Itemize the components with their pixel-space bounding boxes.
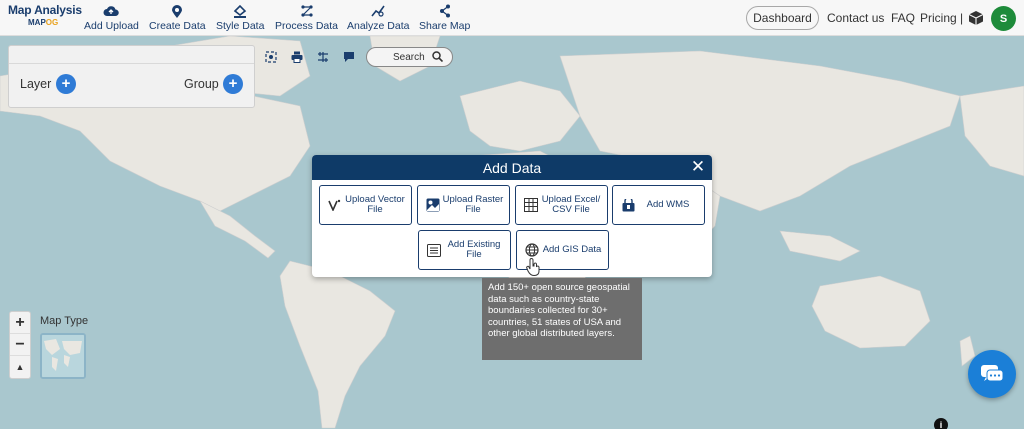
mini-map-icon [42,335,84,377]
file-list-icon [426,242,442,258]
nav-label: Process Data [275,20,339,32]
option-label: Upload Excel/ CSV File [541,193,601,215]
wms-icon [620,197,636,213]
cloud-upload-icon [103,4,120,18]
option-label: Add WMS [646,198,690,210]
map-type-label: Map Type [40,315,89,327]
modal-header: Add Data ✕ [312,155,712,180]
nav-label: Add Upload [84,20,139,32]
logo-subtitle: MAPOG [28,18,78,27]
user-avatar[interactable]: S [991,6,1016,31]
layer-panel-strip [9,46,254,64]
add-layer-button[interactable]: + [56,74,76,94]
zoom-controls: + − ▲ [9,311,31,379]
nav-share-map[interactable]: Share Map [419,4,470,32]
nav-label: Style Data [216,20,265,32]
upload-vector-file-button[interactable]: Upload Vector File [319,185,412,225]
nav-analyze-data[interactable]: Analyze Data [347,4,409,32]
reset-north-button[interactable]: ▲ [10,356,30,378]
option-label: Add Existing File [447,238,501,260]
option-label: Add GIS Data [542,243,602,255]
globe-icon [524,242,540,258]
spreadsheet-icon [523,197,539,213]
group-label: Group [184,77,219,91]
add-wms-button[interactable]: Add WMS [612,185,705,225]
comment-tool[interactable] [336,45,362,69]
info-icon[interactable]: i [934,418,948,429]
layer-label: Layer [20,77,52,91]
nav-add-upload[interactable]: Add Upload [84,4,139,32]
nav-label: Create Data [149,20,206,32]
close-icon[interactable]: ✕ [689,158,707,176]
vector-icon [327,197,343,213]
zoom-in-button[interactable]: + [10,312,30,334]
comment-icon [344,52,354,62]
nav-style-data[interactable]: Style Data [216,4,264,32]
pricing-link[interactable]: Pricing | [920,11,963,25]
search-icon [432,51,444,65]
image-icon [425,197,441,213]
paint-bucket-icon [232,4,248,18]
upload-raster-file-button[interactable]: Upload Raster File [417,185,510,225]
logo-sub-a: MAP [28,18,46,27]
logo-title: Map Analysis [8,3,82,17]
add-existing-file-button[interactable]: Add Existing File [418,230,511,270]
search-label: Search [393,51,425,63]
nav-process-data[interactable]: Process Data [275,4,338,32]
layer-panel: Layer + Group + [8,45,255,108]
chat-icon [981,365,1004,382]
map-pin-icon [169,4,185,18]
faq-link[interactable]: FAQ [891,11,915,25]
process-icon [299,4,315,18]
print-tool[interactable] [284,45,310,69]
measure-tool[interactable] [310,45,336,69]
dashboard-button[interactable]: Dashboard [746,6,819,30]
add-group-button[interactable]: + [223,74,243,94]
contact-link[interactable]: Contact us [827,11,884,25]
fit-extent-tool[interactable] [258,45,284,69]
map-toolbar [258,45,362,69]
cube-icon[interactable] [968,10,984,31]
logo-sub-b: OG [45,18,59,27]
search-button[interactable]: Search [366,47,453,67]
zoom-out-button[interactable]: − [10,334,30,356]
measure-icon [318,52,328,62]
nav-label: Share Map [419,20,471,32]
nav-label: Analyze Data [347,20,410,32]
option-label: Upload Vector File [345,193,405,215]
option-label: Upload Raster File [442,193,504,215]
nav-create-data[interactable]: Create Data [149,4,206,32]
add-data-modal: Add Data ✕ Upload Vector File Upload Ras… [312,155,712,277]
share-icon [437,4,453,18]
top-navbar: Map Analysis MAPOG Add Upload Create Dat… [0,0,1024,36]
app-logo[interactable]: Map Analysis MAPOG [8,3,82,33]
target-icon [265,51,277,63]
print-icon [291,51,303,63]
modal-title: Add Data [482,160,542,176]
upload-excel-csv-button[interactable]: Upload Excel/ CSV File [515,185,608,225]
chat-button[interactable] [968,350,1016,398]
map-type-thumbnail[interactable] [40,333,86,379]
gis-data-tooltip: Add 150+ open source geospatial data suc… [482,278,642,360]
analyze-icon [370,4,386,18]
